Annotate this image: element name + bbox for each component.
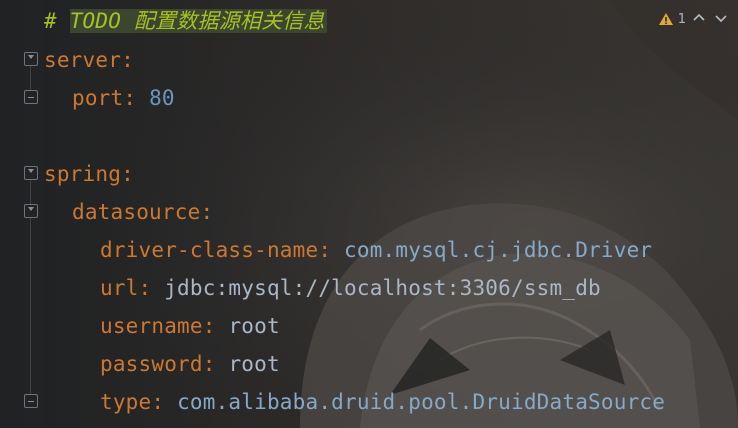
yaml-key-spring: spring: [44, 162, 122, 186]
indent-guide: [30, 180, 31, 204]
code-line-spring[interactable]: spring:: [44, 155, 134, 193]
yaml-key-password: password: [100, 352, 203, 376]
code-line-datasource[interactable]: datasource:: [44, 193, 213, 231]
fold-type-icon[interactable]: [24, 394, 38, 408]
fold-spring-icon[interactable]: [24, 166, 38, 180]
yaml-editor[interactable]: 1 # TODO 配置数据源相关信息 server: port: 80 spri…: [0, 0, 738, 428]
todo-keyword: TODO: [69, 9, 122, 33]
code-line-url[interactable]: url: jdbc:mysql://localhost:3306/ssm_db: [44, 269, 601, 307]
code-line-password[interactable]: password: root: [44, 345, 280, 383]
yaml-key-username: username: [100, 314, 203, 338]
chevron-up-icon[interactable]: [690, 9, 708, 27]
yaml-value-type: com.alibaba.druid.pool.DruidDataSource: [177, 390, 666, 414]
fold-datasource-icon[interactable]: [24, 204, 38, 218]
code-line-server[interactable]: server:: [44, 41, 134, 79]
warning-triangle-icon: [658, 13, 673, 25]
comment-hash: #: [44, 9, 57, 33]
editor-gutter: [0, 0, 44, 428]
yaml-key-type: type: [100, 390, 152, 414]
yaml-key-datasource: datasource: [72, 200, 201, 224]
inspection-widget[interactable]: 1: [658, 10, 686, 28]
fold-server-icon[interactable]: [24, 52, 38, 66]
code-area[interactable]: # TODO 配置数据源相关信息 server: port: 80 spring…: [44, 0, 738, 428]
yaml-value-port: 80: [149, 86, 175, 110]
code-line-type[interactable]: type: com.alibaba.druid.pool.DruidDataSo…: [44, 383, 665, 421]
warning-count: 1: [677, 11, 686, 27]
fold-port-icon[interactable]: [24, 90, 38, 104]
chevron-down-icon[interactable]: [712, 9, 730, 27]
todo-text: 配置数据源相关信息: [133, 9, 325, 33]
yaml-value-url: jdbc:mysql://localhost:3306/ssm_db: [164, 276, 601, 300]
yaml-value-driver-class-name: com.mysql.cj.jdbc.Driver: [344, 238, 653, 262]
yaml-value-username: root: [228, 314, 280, 338]
indent-guide: [30, 66, 31, 90]
code-line-comment[interactable]: # TODO 配置数据源相关信息: [44, 2, 327, 40]
yaml-key-url: url: [100, 276, 139, 300]
indent-guide: [30, 218, 31, 394]
yaml-key-server: server: [44, 48, 122, 72]
yaml-value-password: root: [228, 352, 280, 376]
code-line-username[interactable]: username: root: [44, 307, 280, 345]
yaml-key-driver-class-name: driver-class-name: [100, 238, 319, 262]
code-line-driver-class-name[interactable]: driver-class-name: com.mysql.cj.jdbc.Dri…: [44, 231, 652, 269]
yaml-key-port: port: [72, 86, 124, 110]
code-line-port[interactable]: port: 80: [44, 79, 175, 117]
